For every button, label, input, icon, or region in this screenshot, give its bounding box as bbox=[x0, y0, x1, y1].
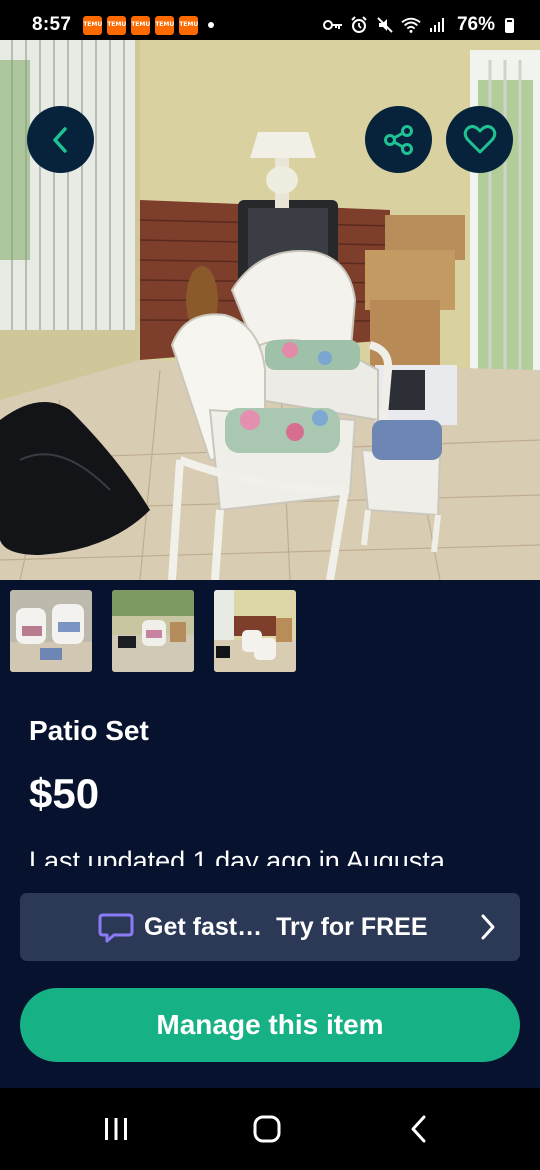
promo-cta[interactable]: Try for FREE bbox=[276, 913, 427, 942]
promo-banner[interactable]: Get fast… Try for FREE bbox=[20, 893, 520, 961]
temu-icon: TEMU bbox=[155, 15, 174, 35]
photo-thumbnail[interactable] bbox=[112, 590, 194, 672]
chevron-left-icon bbox=[52, 126, 67, 153]
listing-updated: Last updated 1 day ago in Augusta bbox=[29, 846, 445, 866]
photo-thumbnail[interactable] bbox=[214, 590, 296, 672]
signal-icon bbox=[427, 15, 447, 35]
photo-thumbnails bbox=[10, 590, 296, 672]
listing-price: $50 bbox=[29, 770, 100, 817]
listing-title: Patio Set bbox=[29, 715, 149, 746]
recent-apps-icon bbox=[105, 1118, 127, 1140]
mute-icon bbox=[375, 15, 395, 35]
home-button[interactable] bbox=[252, 1114, 282, 1144]
promo-text: Get fast… bbox=[144, 912, 263, 941]
screen: 8:57 TEMU TEMU TEMU TEMU TEMU 76% Patio … bbox=[0, 0, 540, 1170]
photo-thumbnail[interactable] bbox=[10, 590, 92, 672]
listing-updated-clip: Last updated 1 day ago in Augusta bbox=[29, 846, 529, 866]
heart-icon bbox=[463, 124, 496, 153]
key-icon bbox=[322, 15, 343, 35]
chevron-right-icon bbox=[481, 914, 495, 940]
system-icons: 76% bbox=[322, 14, 514, 36]
share-button[interactable] bbox=[365, 106, 432, 173]
home-icon bbox=[253, 1115, 281, 1143]
back-button[interactable] bbox=[27, 106, 94, 173]
alarm-icon bbox=[349, 15, 369, 35]
more-notifications-dot bbox=[208, 22, 215, 28]
status-time: 8:57 bbox=[32, 14, 72, 35]
temu-icon: TEMU bbox=[107, 15, 126, 35]
listing-photo[interactable] bbox=[0, 40, 540, 580]
temu-icon: TEMU bbox=[83, 15, 102, 35]
battery-icon bbox=[505, 17, 514, 33]
wifi-icon bbox=[401, 15, 421, 35]
temu-icon: TEMU bbox=[179, 15, 198, 35]
favorite-button[interactable] bbox=[446, 106, 513, 173]
notification-icons: TEMU TEMU TEMU TEMU TEMU bbox=[83, 15, 198, 35]
manage-item-button[interactable]: Manage this item bbox=[20, 988, 520, 1062]
recent-apps-button[interactable] bbox=[102, 1114, 130, 1144]
chat-bubble-icon bbox=[98, 913, 134, 943]
back-arrow-icon bbox=[411, 1115, 426, 1143]
battery-percent: 76% bbox=[456, 14, 495, 35]
system-navigation-bar bbox=[0, 1088, 540, 1170]
back-nav-button[interactable] bbox=[406, 1114, 432, 1144]
temu-icon: TEMU bbox=[131, 15, 150, 35]
share-icon bbox=[383, 124, 413, 155]
